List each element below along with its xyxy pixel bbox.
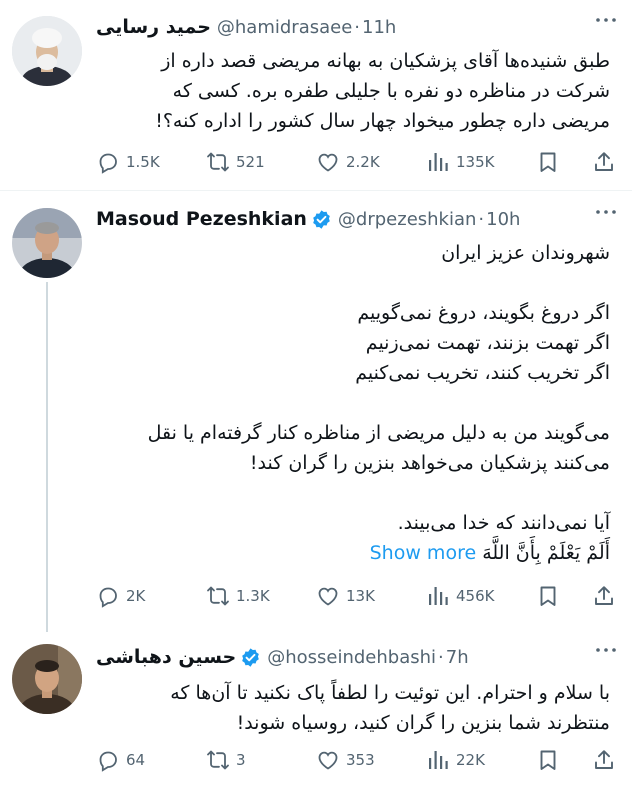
timestamp[interactable]: 7h	[446, 647, 469, 668]
bookmark-icon	[536, 748, 560, 772]
reply-count: 2K	[126, 587, 146, 605]
tweet-actions: 1.5K 521 2.2K 135K	[96, 148, 616, 176]
author-handle[interactable]: @drpezeshkian	[338, 209, 477, 230]
time-separator: ·	[438, 646, 444, 668]
avatar[interactable]	[12, 208, 82, 278]
views-icon	[426, 150, 450, 174]
retweet-icon	[206, 748, 230, 772]
thread-line	[46, 282, 48, 632]
retweet-icon	[206, 150, 230, 174]
reply-icon	[96, 584, 120, 608]
reply-icon	[96, 150, 120, 174]
share-icon	[592, 584, 616, 608]
retweet-button[interactable]: 1.3K	[206, 582, 270, 610]
views-count: 135K	[456, 153, 495, 171]
bookmark-icon	[536, 150, 560, 174]
retweet-button[interactable]: 521	[206, 148, 265, 176]
reply-button[interactable]: 1.5K	[96, 148, 160, 176]
more-options-icon[interactable]	[594, 642, 618, 658]
avatar-image	[12, 644, 82, 714]
share-button[interactable]	[592, 148, 616, 176]
like-count: 2.2K	[346, 153, 380, 171]
views-count: 22K	[456, 751, 485, 769]
avatar[interactable]	[12, 16, 82, 86]
more-options-icon[interactable]	[594, 204, 618, 220]
time-separator: ·	[354, 16, 361, 38]
retweet-icon	[206, 584, 230, 608]
avatar[interactable]	[12, 644, 82, 714]
verified-badge-icon	[311, 209, 332, 230]
author-name[interactable]: حمید رسایی	[96, 16, 211, 38]
author-handle[interactable]: @hamidrasaee	[217, 17, 352, 38]
tweet-actions: 2K 1.3K 13K 456K	[96, 582, 616, 610]
tweet[interactable]: حمید رسایی @hamidrasaee · 11h طبق شنیده‌…	[0, 8, 632, 188]
show-more-link[interactable]: Show more	[370, 542, 477, 564]
reply-count: 1.5K	[126, 153, 160, 171]
views-icon	[426, 748, 450, 772]
author-handle[interactable]: @hosseindehbashi	[267, 647, 436, 668]
like-count: 13K	[346, 587, 375, 605]
share-button[interactable]	[592, 582, 616, 610]
reply-count: 64	[126, 751, 146, 769]
tweet-text: شهروندان عزیز ایران اگر دروغ بگویند، درو…	[148, 238, 610, 568]
share-icon	[592, 150, 616, 174]
like-button[interactable]: 353	[316, 746, 375, 774]
tweet-text-content: شهروندان عزیز ایران اگر دروغ بگویند، درو…	[147, 242, 610, 564]
share-button[interactable]	[592, 746, 616, 774]
bookmark-icon	[536, 584, 560, 608]
like-button[interactable]: 13K	[316, 582, 375, 610]
views-count: 456K	[456, 587, 495, 605]
views-button[interactable]: 456K	[426, 582, 494, 610]
views-button[interactable]: 22K	[426, 746, 485, 774]
tweet-text: طبق شنیده‌ها آقای پزشکیان به بهانه مریضی…	[155, 50, 610, 132]
like-icon	[316, 748, 340, 772]
tweet[interactable]: حسین دهباشی @hosseindehbashi · 7h با سلا…	[0, 640, 632, 800]
author-name[interactable]: Masoud Pezeshkian	[96, 208, 307, 230]
divider	[0, 190, 632, 191]
reply-icon	[96, 748, 120, 772]
tweet-text: با سلام و احترام. این توئیت را لطفاً پاک…	[170, 682, 610, 734]
retweet-count: 521	[236, 153, 265, 171]
retweet-button[interactable]: 3	[206, 746, 246, 774]
reply-button[interactable]: 64	[96, 746, 145, 774]
avatar-image	[12, 16, 82, 86]
avatar-image	[12, 208, 82, 278]
bookmark-button[interactable]	[536, 746, 560, 774]
bookmark-button[interactable]	[536, 582, 560, 610]
time-separator: ·	[478, 208, 485, 230]
reply-button[interactable]: 2K	[96, 582, 145, 610]
author-name[interactable]: حسین دهباشی	[96, 646, 236, 668]
bookmark-button[interactable]	[536, 148, 560, 176]
share-icon	[592, 748, 616, 772]
tweet-actions: 64 3 353 22K	[96, 746, 616, 774]
retweet-count: 1.3K	[236, 587, 270, 605]
more-options-icon[interactable]	[594, 12, 618, 28]
tweet[interactable]: Masoud Pezeshkian @drpezeshkian · 10h شه…	[0, 200, 632, 632]
views-button[interactable]: 135K	[426, 148, 494, 176]
views-icon	[426, 584, 450, 608]
like-icon	[316, 150, 340, 174]
timestamp[interactable]: 11h	[362, 17, 396, 38]
timestamp[interactable]: 10h	[486, 209, 520, 230]
like-icon	[316, 584, 340, 608]
verified-badge-icon	[240, 647, 261, 668]
retweet-count: 3	[236, 751, 246, 769]
like-button[interactable]: 2.2K	[316, 148, 380, 176]
like-count: 353	[346, 751, 375, 769]
